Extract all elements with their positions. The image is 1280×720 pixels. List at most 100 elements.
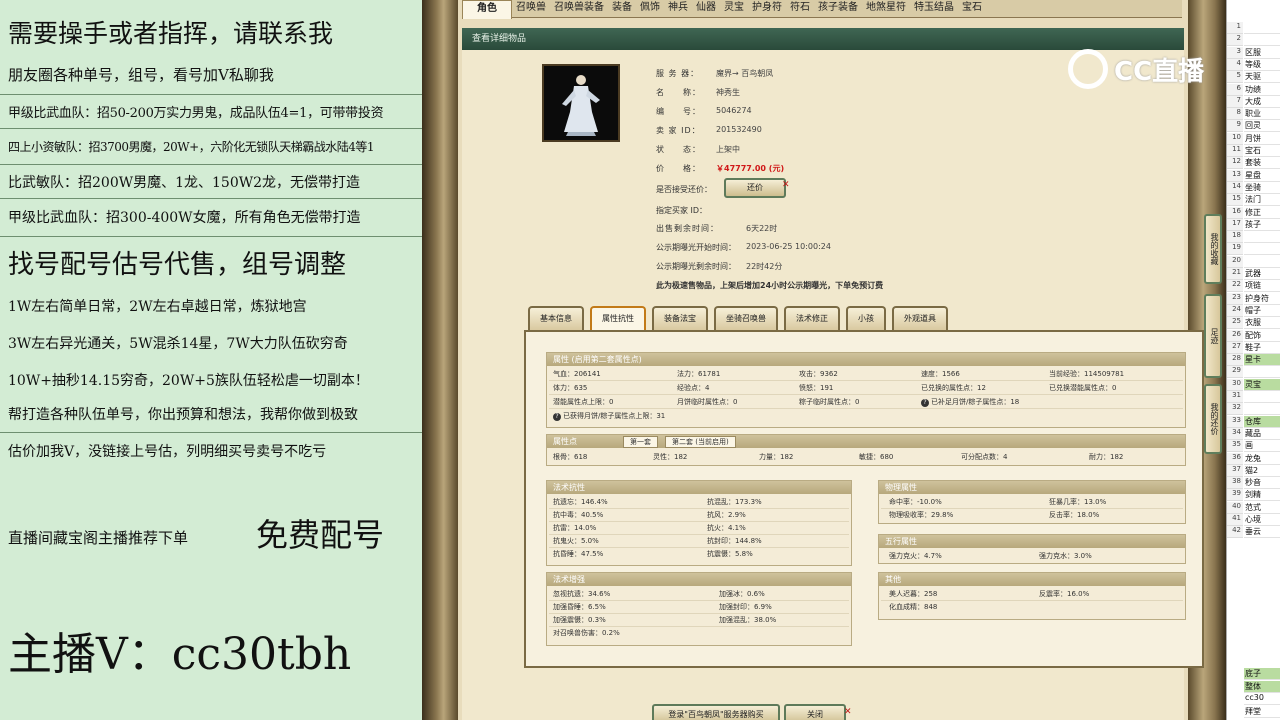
- sheet-cell[interactable]: 整体: [1244, 680, 1280, 693]
- my-bargain-button[interactable]: 我的还价: [1204, 384, 1222, 454]
- divider: [0, 128, 422, 129]
- sheet-cell[interactable]: 猫2: [1244, 465, 1280, 477]
- sheet-cell[interactable]: [1244, 256, 1280, 268]
- sheet-cell[interactable]: [1244, 231, 1280, 244]
- sheet-cell[interactable]: 月饼: [1244, 133, 1280, 145]
- stat-cell: 抗遗忘：146.4%: [553, 498, 608, 506]
- stat-cell: 强力克水：3.0%: [1039, 552, 1092, 560]
- sheet-cell[interactable]: 项链: [1244, 280, 1280, 293]
- sheet-cell[interactable]: [1244, 403, 1280, 416]
- tab-child-equip[interactable]: 孩子装备: [814, 0, 862, 17]
- sheet-cell[interactable]: 功绩: [1244, 84, 1280, 96]
- tab-child[interactable]: 小孩: [846, 306, 886, 330]
- stat-cell: 忽视抗遗：34.6%: [553, 590, 611, 598]
- sheet-cell[interactable]: [1244, 366, 1280, 379]
- sheet-cell[interactable]: 宝石: [1244, 145, 1280, 157]
- sheet-cell[interactable]: 拜堂: [1244, 706, 1280, 718]
- sheet-cell[interactable]: 秒音: [1244, 477, 1280, 490]
- sheet-cell[interactable]: [1244, 22, 1280, 34]
- tab-accessory[interactable]: 佩饰: [636, 0, 664, 17]
- tab-divine-weapon[interactable]: 神兵: [664, 0, 692, 17]
- tab-mount-summon[interactable]: 坐骑召唤兽: [714, 306, 778, 330]
- tab-star-rune[interactable]: 地煞星符: [862, 0, 910, 17]
- tab-immortal[interactable]: 仙器: [692, 0, 720, 17]
- points-tab-second[interactable]: 第二套 (当前启用): [665, 436, 736, 448]
- bargain-button[interactable]: 还价: [724, 178, 786, 198]
- help-icon[interactable]: ?: [921, 399, 929, 407]
- close-button[interactable]: 关闭: [784, 704, 846, 720]
- sheet-cell[interactable]: 垂云: [1244, 526, 1280, 539]
- sheet-cell[interactable]: 画: [1244, 440, 1280, 453]
- sheet-cell[interactable]: 套装: [1244, 157, 1280, 170]
- sheet-cell[interactable]: 帽子: [1244, 305, 1280, 317]
- tab-spirit-treasure[interactable]: 灵宝: [720, 0, 748, 17]
- table-row: 抗遗忘：146.4% 抗混乱：173.3%: [549, 497, 849, 509]
- favorites-button[interactable]: 我的收藏: [1204, 214, 1222, 284]
- login-buy-button[interactable]: 登录"百鸟朝凤"服务器购买: [652, 704, 780, 720]
- sheet-cell[interactable]: 衣服: [1244, 317, 1280, 330]
- sheet-cell[interactable]: 护身符: [1244, 293, 1280, 305]
- stat-cell: 抗雷：14.0%: [553, 524, 597, 532]
- stat-cell: 根骨：618: [553, 453, 588, 461]
- sheet-cell[interactable]: 坐骑: [1244, 182, 1280, 194]
- tab-attributes[interactable]: 属性抗性: [590, 306, 646, 330]
- stat-cell: 抗昏睡：47.5%: [553, 550, 604, 558]
- stat-cell: 气血：206141: [553, 370, 601, 378]
- sheet-cell[interactable]: 法门: [1244, 194, 1280, 207]
- stat-cell: 体力：635: [553, 384, 588, 392]
- sheet-cell[interactable]: 底子: [1244, 668, 1280, 680]
- promo-line: 比武敏队：招200W男魔、1龙、150W2龙，无偿带打造: [8, 175, 361, 191]
- row-number: 11: [1227, 145, 1243, 157]
- sheet-cell[interactable]: 配饰: [1244, 330, 1280, 342]
- sheet-cell[interactable]: 武器: [1244, 268, 1280, 280]
- sheet-cell[interactable]: 区服: [1244, 47, 1280, 59]
- sheet-cell[interactable]: 回灵: [1244, 120, 1280, 133]
- tab-summon-equip[interactable]: 召唤兽装备: [550, 0, 608, 17]
- sheet-cell[interactable]: 心境: [1244, 514, 1280, 526]
- tab-appearance[interactable]: 外观道具: [892, 306, 948, 330]
- bargain-label: 是否接受还价：: [656, 185, 712, 194]
- tab-equip[interactable]: 装备: [608, 0, 636, 17]
- help-icon[interactable]: ?: [553, 413, 561, 421]
- tab-rune[interactable]: 符石: [786, 0, 814, 17]
- sheet-cell[interactable]: 灵宝: [1244, 378, 1280, 391]
- stat-cell: 粽子临时属性点：0: [799, 398, 860, 406]
- promo-line: 直播间藏宝阁主播推荐下单: [8, 529, 189, 547]
- sheet-cell[interactable]: 职业: [1244, 108, 1280, 121]
- sheet-cell[interactable]: cc30: [1244, 693, 1280, 705]
- tab-summon[interactable]: 召唤兽: [512, 0, 550, 17]
- tab-role[interactable]: 角色: [462, 0, 512, 19]
- promo-line: 帮打造各种队伍单号，你出预算和想法，我帮你做到极致: [8, 407, 358, 423]
- cc-live-watermark: CC直播: [1068, 45, 1238, 93]
- sheet-cell[interactable]: 剑精: [1244, 489, 1280, 502]
- stat-text: 已获得月饼/粽子属性点上限：31: [563, 412, 666, 420]
- row-number: 9: [1227, 120, 1243, 133]
- sheet-cell[interactable]: [1244, 34, 1280, 47]
- sheet-cell[interactable]: 星盘: [1244, 170, 1280, 182]
- sheet-cell[interactable]: 星卡: [1244, 354, 1280, 367]
- stat-cell: 抗鬼火：5.0%: [553, 537, 599, 545]
- stat-cell: 速度：1566: [921, 370, 960, 378]
- sheet-cell[interactable]: 藏品: [1244, 428, 1280, 440]
- sheet-cell[interactable]: [1244, 391, 1280, 403]
- sheet-cell[interactable]: 等级: [1244, 59, 1280, 71]
- tab-equip-treasure[interactable]: 装备法宝: [652, 306, 708, 330]
- sheet-cell[interactable]: 范式: [1244, 502, 1280, 514]
- tab-amulet[interactable]: 护身符: [748, 0, 786, 17]
- sheet-cell[interactable]: 龙兔: [1244, 453, 1280, 465]
- tab-spell-correction[interactable]: 法术修正: [784, 306, 840, 330]
- attribute-section: 属性 (启用第二套属性点) 气血：206141 法力：61781 攻击：9362…: [546, 352, 1186, 428]
- tab-basic-info[interactable]: 基本信息: [528, 306, 584, 330]
- sheet-cell[interactable]: 仓库: [1244, 415, 1280, 428]
- sheet-cell[interactable]: [1244, 243, 1280, 256]
- points-tab-first[interactable]: 第一套: [623, 436, 658, 448]
- tab-jade[interactable]: 特玉结晶: [910, 0, 958, 17]
- sheet-cell[interactable]: 鞋子: [1244, 342, 1280, 354]
- sheet-cell[interactable]: 天驱: [1244, 71, 1280, 84]
- sheet-cell[interactable]: 修正: [1244, 207, 1280, 219]
- row-number: 5: [1227, 71, 1243, 84]
- sheet-cell[interactable]: 大成: [1244, 96, 1280, 108]
- sheet-cell[interactable]: 孩子: [1244, 219, 1280, 231]
- footprint-button[interactable]: 足迹: [1204, 294, 1222, 378]
- tab-gem[interactable]: 宝石: [958, 0, 986, 17]
